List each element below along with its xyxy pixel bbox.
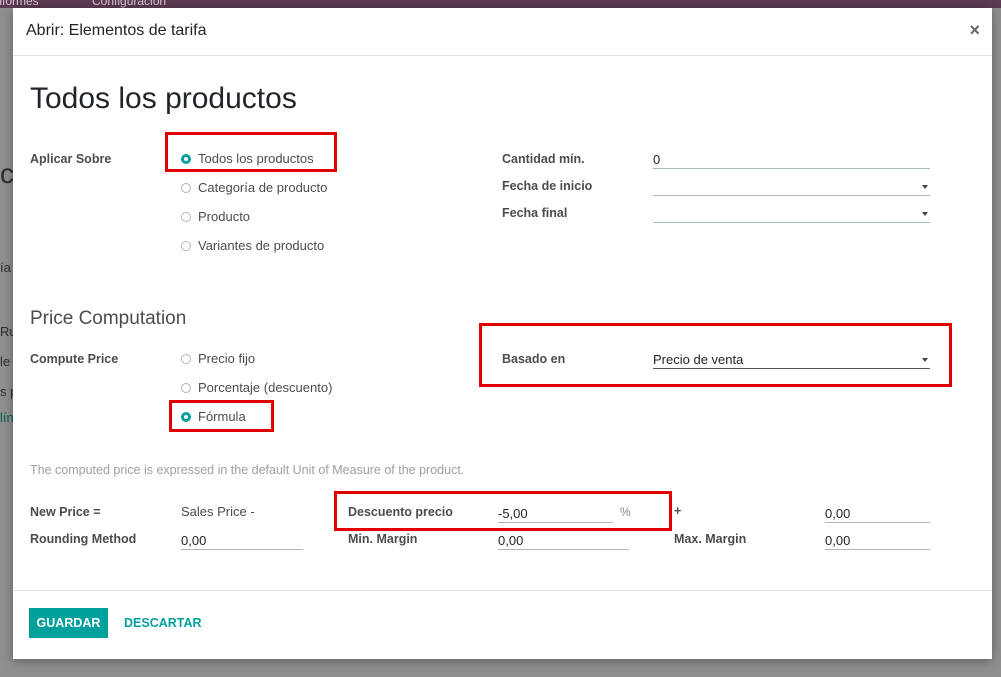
apply-option-variants[interactable]: Variantes de producto xyxy=(181,238,324,253)
compute-option-label: Porcentaje (descuento) xyxy=(198,380,333,395)
chevron-down-icon xyxy=(922,212,928,216)
background-fragment: le xyxy=(0,354,11,369)
min-margin-input[interactable]: 0,00 xyxy=(498,532,629,550)
apply-option-label: Variantes de producto xyxy=(198,238,325,253)
radio-checked-icon xyxy=(181,411,191,422)
start-date-label: Fecha de inicio xyxy=(502,179,593,193)
max-margin-value: 0,00 xyxy=(825,533,851,548)
radio-checked-icon xyxy=(181,153,191,164)
radio-unchecked-icon xyxy=(181,182,191,193)
min-margin-label: Min. Margin xyxy=(348,532,418,546)
plus-symbol: + xyxy=(674,504,682,518)
new-price-label: New Price = xyxy=(30,505,101,519)
min-margin-value: 0,00 xyxy=(498,533,524,548)
radio-unchecked-icon xyxy=(181,211,191,222)
discount-label: Descuento precio xyxy=(348,505,453,519)
record-title: Todos los productos xyxy=(30,82,297,115)
compute-option-label: Fórmula xyxy=(198,409,246,424)
chevron-down-icon xyxy=(922,358,928,362)
background-fragment: ía xyxy=(0,260,11,275)
compute-option-percentage[interactable]: Porcentaje (descuento) xyxy=(181,380,332,395)
end-date-input[interactable] xyxy=(653,205,930,223)
discount-input[interactable]: -5,00 xyxy=(498,505,613,523)
radio-unchecked-icon xyxy=(181,382,191,393)
apply-on-label: Aplicar Sobre xyxy=(30,152,112,166)
background-menu-informes: Informes xyxy=(0,0,39,8)
percent-symbol: % xyxy=(620,505,631,519)
dialog-header: Abrir: Elementos de tarifa × xyxy=(13,8,992,56)
rounding-method-label: Rounding Method xyxy=(30,532,137,546)
rounding-value: 0,00 xyxy=(181,533,207,548)
dialog-footer: GUARDAR DESCARTAR xyxy=(13,590,992,660)
compute-option-fixed[interactable]: Precio fijo xyxy=(181,351,255,366)
dialog-title: Abrir: Elementos de tarifa xyxy=(26,22,207,39)
apply-option-label: Todos los productos xyxy=(198,151,314,166)
discard-button[interactable]: DESCARTAR xyxy=(124,608,202,638)
rounding-input[interactable]: 0,00 xyxy=(181,532,303,550)
discount-value: -5,00 xyxy=(498,506,528,521)
surcharge-value: 0,00 xyxy=(825,506,851,521)
chevron-down-icon xyxy=(922,185,928,189)
compute-price-label: Compute Price xyxy=(30,352,119,366)
apply-option-product[interactable]: Producto xyxy=(181,209,250,224)
background-menu-configuracion: Configuración xyxy=(92,0,167,8)
apply-option-all-products[interactable]: Todos los productos xyxy=(181,151,314,166)
min-qty-input[interactable]: 0 xyxy=(653,151,930,169)
min-qty-value: 0 xyxy=(653,152,661,167)
surcharge-input[interactable]: 0,00 xyxy=(825,505,930,523)
radio-unchecked-icon xyxy=(181,240,191,251)
background-top-navbar: Informes Configuración xyxy=(0,0,1001,8)
pricelist-item-dialog: Abrir: Elementos de tarifa × Todos los p… xyxy=(13,8,992,659)
based-on-label: Basado en xyxy=(502,352,566,366)
compute-option-formula[interactable]: Fórmula xyxy=(181,409,246,424)
compute-option-label: Precio fijo xyxy=(198,351,256,366)
based-on-select[interactable]: Precio de venta xyxy=(653,351,930,369)
apply-option-category[interactable]: Categoría de producto xyxy=(181,180,327,195)
price-computation-title: Price Computation xyxy=(30,308,187,329)
end-date-label: Fecha final xyxy=(502,206,568,220)
save-button[interactable]: GUARDAR xyxy=(29,608,108,638)
based-on-value: Precio de venta xyxy=(653,352,744,367)
max-margin-input[interactable]: 0,00 xyxy=(825,532,930,550)
min-qty-label: Cantidad mín. xyxy=(502,152,585,166)
max-margin-label: Max. Margin xyxy=(674,532,747,546)
close-icon[interactable]: × xyxy=(969,20,980,41)
sales-price-text: Sales Price - xyxy=(181,504,255,519)
uom-help-text: The computed price is expressed in the d… xyxy=(30,463,465,477)
radio-unchecked-icon xyxy=(181,353,191,364)
start-date-input[interactable] xyxy=(653,178,930,196)
apply-option-label: Producto xyxy=(198,209,251,224)
apply-option-label: Categoría de producto xyxy=(198,180,328,195)
